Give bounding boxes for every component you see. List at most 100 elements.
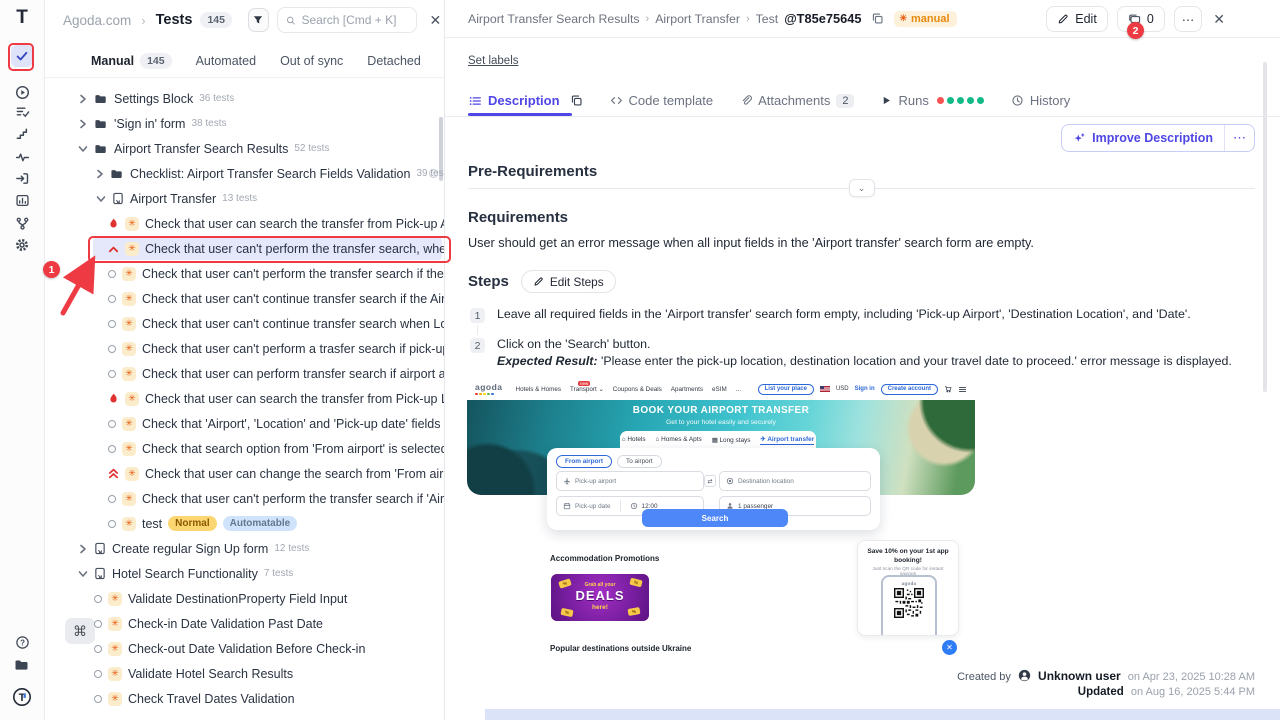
us-flag-icon[interactable]: [820, 386, 830, 393]
tree-suite-row[interactable]: Airport Transfer Search Results52 tests: [45, 136, 444, 161]
tree-suite-row[interactable]: Hotel Search Functionality7 tests: [45, 561, 444, 586]
tree-test-row[interactable]: ✳Check-in Date Validation Past Date: [45, 611, 444, 636]
cart-icon[interactable]: [944, 385, 952, 393]
copy-id-icon[interactable]: [871, 12, 884, 25]
filter-chip-automated[interactable]: Automated: [196, 54, 256, 68]
expander-chevron-icon[interactable]: [78, 144, 88, 154]
search-input[interactable]: [301, 13, 407, 27]
tree-suite-row[interactable]: Airport Transfer13 tests: [45, 186, 444, 211]
destination-field[interactable]: Destination location: [719, 471, 871, 491]
app-logo-icon[interactable]: T: [10, 6, 34, 30]
tree-test-row[interactable]: ✳Validate DestinationProperty Field Inpu…: [45, 586, 444, 611]
improve-description-button[interactable]: Improve Description ⋯: [1061, 124, 1255, 152]
agoda-nav-hotels-homes[interactable]: Hotels & Homes: [516, 386, 562, 393]
account-avatar[interactable]: T: [10, 685, 34, 709]
plans-nav-icon[interactable]: [10, 99, 34, 123]
tab-attachments[interactable]: Attachments 2: [740, 93, 854, 108]
detail-crumb-suite[interactable]: Airport Transfer Search Results: [468, 12, 640, 26]
expander-chevron-icon[interactable]: [78, 119, 88, 129]
projects-folder-icon[interactable]: [10, 653, 34, 677]
expander-chevron-icon[interactable]: [96, 194, 106, 204]
expander-chevron-icon[interactable]: [96, 169, 104, 179]
expander-chevron-icon[interactable]: [78, 544, 88, 554]
agoda-tab-hotels[interactable]: ⌂ Hotels: [622, 436, 646, 443]
detail-close-icon[interactable]: ✕: [1211, 11, 1227, 28]
expander-chevron-icon[interactable]: [78, 569, 88, 579]
help-icon[interactable]: ?: [10, 630, 34, 654]
pickup-airport-field[interactable]: Pick-up airport: [556, 471, 704, 491]
tree-suite-row[interactable]: Create regular Sign Up form12 tests: [45, 536, 444, 561]
filter-chip-out-of-sync[interactable]: Out of sync: [280, 54, 343, 68]
agoda-tab-airport-transfer[interactable]: ✈ Airport transfer: [760, 435, 814, 445]
deals-banner[interactable]: % % % % Grab all your DEALS here!: [551, 574, 649, 621]
expander-chevron-icon[interactable]: [78, 94, 88, 104]
settings-nav-icon[interactable]: [10, 233, 34, 257]
collapse-chevron-button[interactable]: ⌄: [849, 179, 875, 197]
more-actions-button[interactable]: ⋯: [1174, 6, 1203, 32]
tree-test-row[interactable]: ✳Check that search option from 'From air…: [45, 436, 444, 461]
create-account-button[interactable]: Create account: [881, 384, 938, 395]
tree-test-row[interactable]: ✳Check that user can perform transfer se…: [45, 361, 444, 386]
import-nav-icon[interactable]: [10, 166, 34, 190]
agoda-nav-coupons-deals[interactable]: Coupons & Deals: [613, 386, 662, 393]
keyboard-shortcut-hint[interactable]: ⌘: [65, 618, 95, 644]
set-labels-link[interactable]: Set labels: [468, 55, 519, 67]
screenshot-dismiss-icon[interactable]: ✕: [942, 640, 957, 655]
reports-nav-icon[interactable]: [10, 188, 34, 212]
tree-suite-row[interactable]: Settings Block36 tests: [45, 86, 444, 111]
tree-close-icon[interactable]: ✕: [427, 12, 444, 29]
tree-test-row[interactable]: ✳Check that user can search the transfer…: [45, 211, 444, 236]
filter-button[interactable]: [248, 8, 269, 32]
tree-test-row[interactable]: ✳Check that user can't continue transfer…: [45, 311, 444, 336]
branch-nav-icon[interactable]: [10, 211, 34, 235]
from-airport-pill[interactable]: From airport: [556, 455, 612, 468]
breadcrumb-project[interactable]: Agoda.com: [63, 13, 131, 28]
swap-locations-button[interactable]: ⇄: [704, 475, 716, 487]
agoda-tab-long-stays[interactable]: ▦ Long stays: [712, 436, 751, 444]
copy-description-icon[interactable]: [570, 94, 583, 107]
priority-normal-icon: [108, 420, 116, 428]
agoda-nav-esim[interactable]: eSIM: [712, 386, 727, 393]
currency-selector[interactable]: USD: [836, 386, 849, 392]
priority-important-icon: [108, 218, 119, 230]
edit-steps-button[interactable]: Edit Steps: [521, 270, 616, 293]
tree-test-row[interactable]: ✳Check-out Date Validation Before Check-…: [45, 636, 444, 661]
tree-test-row[interactable]: ✳Check that user can search the transfer…: [45, 386, 444, 411]
agoda-tab-homes-apts[interactable]: ⌂ Homes & Apts: [656, 436, 702, 443]
tree-test-row[interactable]: ✳Check that user can't perform a trasfer…: [45, 336, 444, 361]
steps-nav-icon[interactable]: [10, 121, 34, 145]
tree-test-row[interactable]: ✳Check that user can't continue transfer…: [45, 286, 444, 311]
bottom-scroll-strip[interactable]: [485, 709, 1280, 720]
attached-screenshot[interactable]: agoda Hotels & HomesTransport ⌄newCoupon…: [467, 378, 975, 660]
sign-in-link[interactable]: Sign in: [855, 386, 875, 392]
list-your-place-button[interactable]: List your place: [758, 384, 814, 395]
tree-suite-row[interactable]: 'Sign in' form38 tests: [45, 111, 444, 136]
created-meta: Created by Unknown user on Apr 23, 2025 …: [957, 669, 1255, 683]
detail-crumb-subsuite[interactable]: Airport Transfer: [655, 12, 740, 26]
tree-test-row[interactable]: ✳Check that user can't perform the trans…: [45, 486, 444, 511]
tree-test-row[interactable]: ✳Check that user can change the search f…: [45, 461, 444, 486]
detail-scrollbar[interactable]: [1263, 62, 1267, 392]
tree-test-row[interactable]: ✳Check that 'Airport', 'Location' and 'P…: [45, 411, 444, 436]
edit-button[interactable]: Edit: [1046, 6, 1108, 32]
tree-test-row[interactable]: ✳Check that user can't perform the trans…: [45, 261, 444, 286]
tab-description[interactable]: Description: [468, 93, 583, 108]
tab-history[interactable]: History: [1011, 93, 1070, 108]
tree-test-row[interactable]: ✳Validate Hotel Search Results: [45, 661, 444, 686]
agoda-nav-transport[interactable]: Transport ⌄new: [570, 386, 604, 393]
tab-code-template[interactable]: Code template: [610, 93, 714, 108]
agoda-search-button[interactable]: Search: [642, 509, 788, 527]
search-box[interactable]: [277, 7, 417, 33]
tab-runs[interactable]: Runs: [881, 93, 983, 108]
menu-icon[interactable]: [958, 385, 967, 394]
to-airport-pill[interactable]: To airport: [617, 455, 662, 468]
breadcrumb-section[interactable]: Tests: [156, 12, 193, 28]
tree-test-row[interactable]: ✳Check Travel Dates Validation: [45, 686, 444, 711]
tree-suite-row[interactable]: Checklist: Airport Transfer Search Field…: [45, 161, 444, 186]
filter-chip-detached[interactable]: Detached: [367, 54, 421, 68]
improve-more-button[interactable]: ⋯: [1224, 125, 1254, 151]
agoda-nav--[interactable]: ...: [736, 386, 741, 393]
tree-test-row[interactable]: ✳testNormalAutomatable: [45, 511, 444, 536]
filter-chip-manual[interactable]: Manual145: [91, 53, 172, 69]
agoda-nav-apartments[interactable]: Apartments: [671, 386, 703, 393]
